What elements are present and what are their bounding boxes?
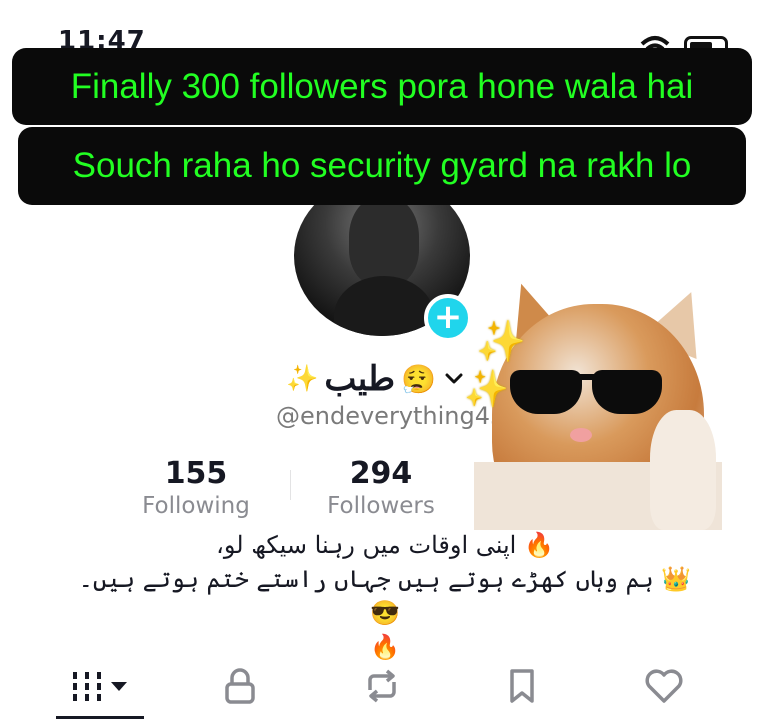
tab-private[interactable] [210,664,270,708]
sparkle-star-icon: ✨ [476,319,526,365]
display-name: طیب [324,359,396,399]
cat-paw [650,410,716,530]
profile-bio: 🔥 اپنی اوقات میں رہنا سیکھ لو، 👑 ہم وہاں… [70,528,700,664]
grid-icon [73,672,127,701]
following-label: Following [142,493,250,519]
display-name-row[interactable]: ✨ طیب 😮‍💨 [286,356,464,402]
add-story-button[interactable]: + [424,294,472,342]
chevron-down-icon[interactable] [444,372,464,386]
bio-line: 🔥 اپنی اوقات میں رہنا سیکھ لو، [216,531,554,559]
stat-divider [290,470,291,500]
following-count: 155 [164,456,228,491]
repost-icon [368,669,396,703]
tab-favorites[interactable] [492,664,552,708]
bio-line: 👑 ہم وہاں کھڑے ہوتے ہیں جہاں راستے ختم ہ… [78,565,692,627]
tab-reposts[interactable] [352,664,412,708]
sparkle-star-icon: ✨ [464,369,509,410]
heart-icon [645,669,683,703]
caption-line-1: Finally 300 followers pora hone wala hai [12,48,752,125]
sunglasses-lens [510,370,582,414]
tab-liked[interactable] [634,664,694,708]
cat-nose [570,428,592,442]
tab-videos[interactable] [60,664,140,708]
lock-icon [225,668,255,704]
name-emoji: 😮‍💨 [401,362,436,396]
followers-label: Followers [327,493,435,519]
bookmark-icon [510,669,534,703]
profile-avatar-container: + [294,176,472,342]
followers-count: 294 [349,456,413,491]
active-tab-indicator [56,716,144,719]
following-stat[interactable]: 155 Following [134,456,258,519]
sunglasses-lens [592,370,662,414]
followers-stat[interactable]: 294 Followers [318,456,444,519]
caption-line-2: Souch raha ho security gyard na rakh lo [18,127,746,205]
sparkle-icon: ✨ [286,364,319,394]
